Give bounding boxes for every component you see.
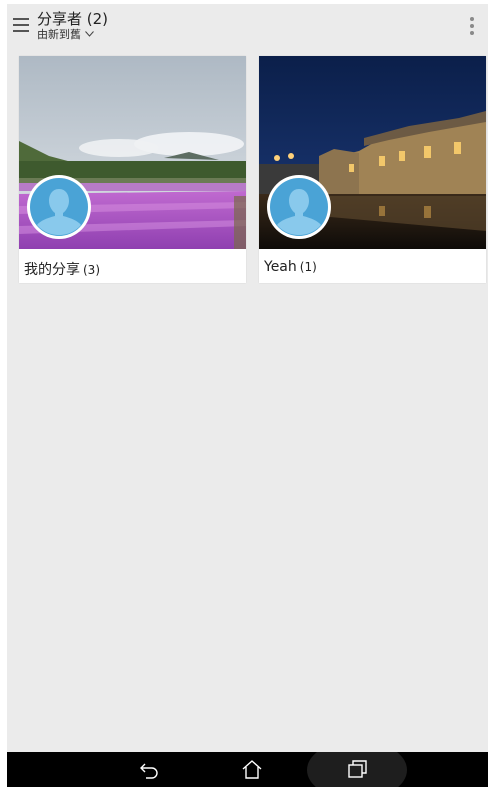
back-button[interactable] (120, 752, 180, 787)
recent-apps-button[interactable] (328, 752, 388, 787)
app-bar: 分享者 (2) 由新到舊 (7, 4, 488, 44)
sharer-card[interactable]: Yeah (1) (259, 56, 486, 283)
home-icon (242, 760, 262, 779)
item-count: (3) (83, 263, 100, 277)
sharer-name: 我的分享 (24, 262, 80, 278)
sort-dropdown[interactable]: 由新到舊 (37, 28, 108, 41)
page-title: 分享者 (2) (37, 10, 109, 28)
avatar (26, 174, 92, 240)
chevron-down-icon (85, 28, 94, 40)
sort-label: 由新到舊 (37, 28, 81, 41)
cover-photo (19, 56, 246, 249)
home-button[interactable] (223, 752, 283, 787)
app-screen: 分享者 (2) 由新到舊 我的分享 (3) Yeah (1) (7, 4, 488, 787)
hamburger-menu-icon[interactable] (13, 17, 30, 34)
card-label: Yeah (1) (264, 259, 317, 275)
sharer-card[interactable]: 我的分享 (3) (19, 56, 246, 283)
sharer-name: Yeah (264, 259, 297, 275)
avatar (266, 174, 332, 240)
system-nav-bar (7, 752, 488, 787)
cover-photo (259, 56, 486, 249)
title-block: 分享者 (2) 由新到舊 (37, 10, 108, 41)
recent-apps-icon (348, 760, 367, 778)
item-count: (1) (299, 260, 317, 274)
back-icon (140, 763, 158, 779)
more-vert-icon[interactable] (465, 15, 479, 37)
card-label: 我的分享 (3) (24, 259, 100, 279)
